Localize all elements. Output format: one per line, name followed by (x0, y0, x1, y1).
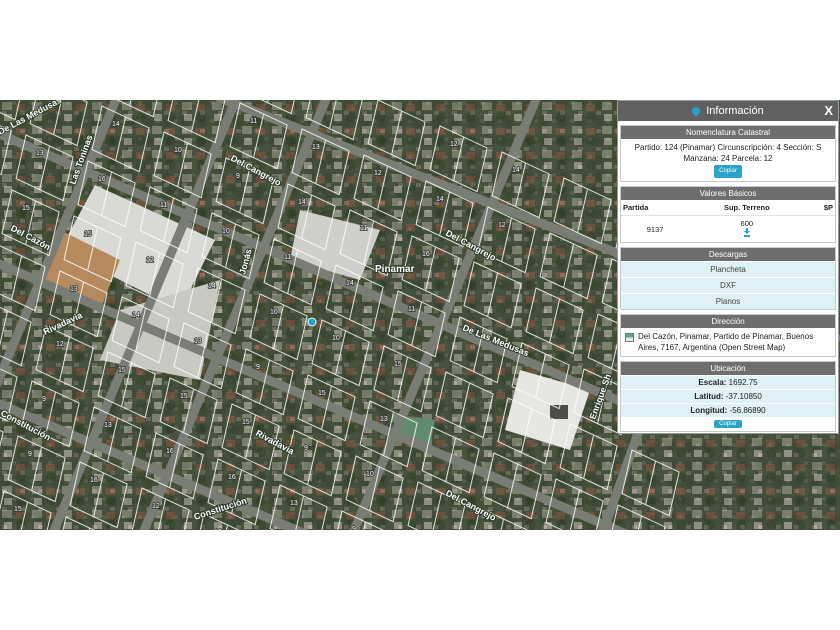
latitud-value: -37.10850 (725, 392, 762, 401)
parcel-number: 12 (498, 222, 506, 229)
partida-value: 9137 (621, 215, 690, 242)
parcel-number: 9 (28, 451, 32, 458)
parcel-number: 11 (408, 306, 415, 313)
copy-nomenclatura-button[interactable]: Copiar (714, 165, 742, 178)
parcel-number: 14 (436, 196, 444, 203)
parcel-number: 10 (332, 335, 340, 342)
escala-row: Escala: 1692.75 (621, 375, 835, 389)
parcel-number: 12 (146, 257, 154, 264)
parcel-number: 13 (380, 416, 388, 423)
parcel-number: 15 (318, 390, 326, 397)
parcel-number: 15 (118, 367, 126, 374)
panel-header: Información X (618, 101, 838, 121)
parcel-number: 16 (422, 251, 430, 258)
parcel-number: 15 (22, 205, 30, 212)
direccion-text: Del Cazón, Pinamar, Partido de Pinamar, … (638, 332, 814, 352)
parcel-number: 15 (180, 393, 188, 400)
parcel-number: 13 (312, 144, 320, 151)
column-sp: $P (823, 203, 833, 212)
sp-value (804, 215, 835, 242)
parcel-number: 15 (242, 419, 250, 426)
sup-terreno-value: 600 (689, 215, 805, 242)
download-planos[interactable]: Planos (621, 293, 835, 309)
valores-header: Valores Básicos (621, 187, 835, 200)
parcel-number: 16 (166, 448, 174, 455)
parcel-number: 11 (284, 254, 291, 261)
image-icon (625, 333, 634, 342)
longitud-row: Longitud: -56.86890 (621, 403, 835, 417)
nomenclatura-line-1: Partido: 124 (Pinamar) Circunscripción: … (634, 143, 822, 152)
info-panel: Información X Nomenclatura Catastral Par… (617, 100, 839, 434)
selected-parcel-marker[interactable] (307, 317, 317, 327)
parcel-number: 14 (208, 283, 216, 290)
parcel-number: 11 (250, 118, 257, 125)
parcel-number: 11 (360, 225, 367, 232)
descargas-header: Descargas (621, 248, 835, 261)
parcel-number: 14 (112, 121, 120, 128)
parcel-number: 9 (42, 396, 46, 403)
direccion-section: Dirección Del Cazón, Pinamar, Partido de… (620, 314, 836, 357)
parcel-number: 10 (174, 147, 182, 154)
panel-title: Información (706, 105, 764, 117)
parcel-number: 16 (98, 176, 106, 183)
nomenclatura-line-2: Manzana: 24 Parcela: 12 (683, 154, 773, 163)
parcel-number: 10 (270, 309, 278, 316)
copy-coordinates-button[interactable]: Copiar (714, 420, 742, 428)
download-dxf[interactable]: DXF (621, 277, 835, 293)
ubicacion-header: Ubicación (621, 362, 835, 375)
parcel-number: 14 (298, 199, 306, 206)
parcel-number: 16 (228, 474, 236, 481)
parcel-number: 10 (222, 228, 230, 235)
parcel-number: 15 (84, 231, 92, 238)
download-plancheta[interactable]: Plancheta (621, 261, 835, 277)
parcel-number: 13 (194, 338, 202, 345)
ubicacion-section: Ubicación Escala: 1692.75 Latitud: -37.1… (620, 361, 836, 432)
download-icon[interactable] (743, 228, 750, 237)
parcel-number: 13 (70, 286, 78, 293)
parcel-number: 12 (374, 170, 382, 177)
parcel-number: 11 (160, 202, 167, 209)
valores-section: Valores Básicos Partida Sup. Terreno $P … (620, 186, 836, 243)
parcel-number: 12 (56, 341, 64, 348)
column-partida: Partida (623, 203, 649, 212)
parcel-number: 14 (132, 312, 140, 319)
parcel-number: 14 (346, 280, 354, 287)
latitud-row: Latitud: -37.10850 (621, 389, 835, 403)
parcel-number: 9 (352, 526, 356, 530)
location-pin-icon (690, 105, 702, 117)
longitud-value: -56.86890 (729, 406, 766, 415)
parcel-number: 12 (450, 141, 458, 148)
direccion-header: Dirección (621, 315, 835, 328)
parcel-number: 13 (104, 422, 112, 429)
valores-table: Partida Sup. Terreno $P 9137 600 (621, 200, 835, 242)
nomenclatura-section: Nomenclatura Catastral Partido: 124 (Pin… (620, 125, 836, 182)
parcel-number: 16 (90, 477, 98, 484)
escala-value: 1692.75 (728, 378, 758, 387)
parcel-number: 13 (290, 500, 298, 507)
parcel-number: 9 (236, 173, 240, 180)
locality-label: Pinamar (375, 264, 415, 275)
parcel-number: 13 (214, 529, 222, 530)
parcel-number: 12 (152, 503, 160, 510)
close-button[interactable]: X (824, 103, 833, 118)
descargas-section: Descargas Plancheta DXF Planos (620, 247, 836, 310)
parcel-number: 10 (366, 471, 374, 478)
nomenclatura-header: Nomenclatura Catastral (621, 126, 835, 139)
column-sup-terreno: Sup. Terreno (723, 203, 770, 212)
parcel-number: 14 (512, 167, 520, 174)
parcel-number: 15 (394, 361, 402, 368)
parcel-number: 9 (304, 445, 308, 452)
parcel-number: 13 (36, 150, 44, 157)
table-row: 9137 600 (621, 215, 835, 242)
parcel-number: 15 (14, 506, 22, 513)
parcel-number: 9 (256, 364, 260, 371)
